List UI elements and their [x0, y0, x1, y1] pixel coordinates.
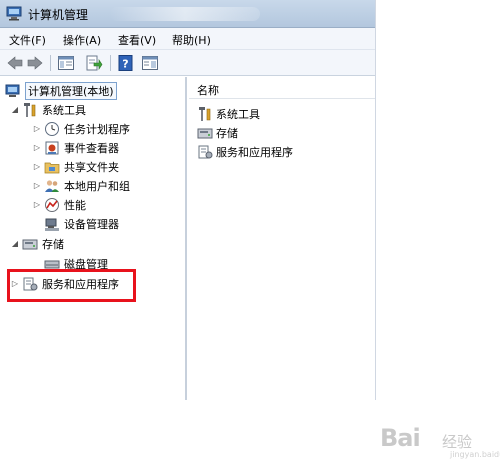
toolbar-separator — [50, 55, 51, 71]
tree-item-task-scheduler[interactable]: ▷ 任务计划程序 — [32, 119, 130, 138]
event-viewer-icon — [45, 141, 59, 154]
collapsed-arrow-icon[interactable]: ▷ — [32, 181, 42, 190]
help-icon[interactable]: ? — [117, 54, 135, 72]
device-manager-icon — [45, 218, 59, 231]
export-list-icon[interactable] — [85, 54, 103, 72]
storage-icon — [197, 128, 213, 139]
tree-item-local-users[interactable]: ▷ 本地用户和组 — [32, 176, 130, 195]
title-blur — [110, 7, 260, 21]
tree-label: 共享文件夹 — [64, 160, 119, 174]
computer-management-window: 计算机管理 文件(F) 操作(A) 查看(V) 帮助(H) ? 计算机管理(本地… — [0, 0, 376, 400]
tools-icon — [24, 102, 36, 117]
tree-item-system-tools[interactable]: ◢ 系统工具 — [10, 100, 86, 119]
show-hide-console-tree-icon[interactable] — [57, 54, 75, 72]
expanded-arrow-icon[interactable]: ◢ — [10, 239, 20, 248]
tree-label: 本地用户和组 — [64, 179, 130, 193]
list-item-label: 系统工具 — [216, 108, 260, 121]
menu-view[interactable]: 查看(V) — [118, 32, 156, 48]
toolbar: ? — [0, 50, 375, 76]
tree-item-event-viewer[interactable]: ▷ 事件查看器 — [32, 138, 119, 157]
computer-management-icon — [5, 84, 20, 97]
list-item-services-apps[interactable]: 服务和应用程序 — [197, 143, 293, 161]
list-item-label: 服务和应用程序 — [216, 146, 293, 159]
computer-management-icon — [6, 6, 22, 21]
console-tree[interactable]: 计算机管理(本地) ◢ 系统工具 ▷ 任务计划程序 ▷ 事件查看器 ▷ 共享文件… — [0, 77, 187, 400]
collapsed-arrow-icon[interactable]: ▷ — [32, 143, 42, 152]
tree-item-performance[interactable]: ▷ 性能 — [32, 195, 86, 214]
tree-item-storage[interactable]: ◢ 存储 — [10, 234, 64, 253]
list-item-storage[interactable]: 存储 — [197, 124, 238, 142]
tree-label: 设备管理器 — [64, 217, 119, 231]
tree-item-root[interactable]: 计算机管理(本地) — [5, 81, 117, 100]
svg-text:?: ? — [122, 58, 128, 71]
collapsed-arrow-icon[interactable]: ▷ — [32, 124, 42, 133]
annotation-highlight-box — [7, 269, 136, 302]
tools-icon — [199, 107, 211, 121]
collapsed-arrow-icon[interactable]: ▷ — [32, 162, 42, 171]
watermark-url: jingyan.baidu.com — [450, 450, 500, 459]
list-view[interactable]: 名称 系统工具 存储 服务和应用程序 — [189, 77, 375, 400]
toolbar-separator — [110, 55, 111, 71]
performance-icon — [45, 197, 59, 212]
tree-label: 系统工具 — [42, 103, 86, 117]
storage-icon — [22, 239, 38, 249]
list-item-label: 存储 — [216, 127, 238, 140]
menu-bar: 文件(F) 操作(A) 查看(V) 帮助(H) — [0, 28, 375, 50]
clock-icon — [45, 121, 59, 136]
tree-label: 任务计划程序 — [64, 122, 130, 136]
shared-folder-icon — [44, 162, 60, 173]
forward-arrow-icon[interactable] — [26, 54, 44, 72]
tree-root-label: 计算机管理(本地) — [25, 81, 117, 100]
tree-label: 存储 — [42, 237, 64, 251]
collapsed-arrow-icon[interactable]: ▷ — [32, 200, 42, 209]
menu-help[interactable]: 帮助(H) — [172, 32, 211, 48]
menu-action[interactable]: 操作(A) — [63, 32, 101, 48]
window-title: 计算机管理 — [28, 8, 89, 22]
baidu-jingyan-watermark: Bai 经验 jingyan.baidu.com — [380, 418, 500, 462]
tree-item-device-manager[interactable]: 设备管理器 — [44, 214, 119, 233]
services-apps-icon — [198, 145, 213, 159]
column-header-name[interactable]: 名称 — [189, 77, 375, 99]
tree-label: 事件查看器 — [64, 141, 119, 155]
menu-file[interactable]: 文件(F) — [9, 32, 46, 48]
title-bar[interactable]: 计算机管理 — [0, 0, 375, 28]
show-action-pane-icon[interactable] — [141, 54, 159, 72]
expanded-arrow-icon[interactable]: ◢ — [10, 105, 20, 114]
tree-item-shared-folders[interactable]: ▷ 共享文件夹 — [32, 157, 119, 176]
list-item-system-tools[interactable]: 系统工具 — [197, 105, 260, 123]
column-header-label: 名称 — [197, 84, 219, 97]
back-arrow-icon[interactable] — [6, 54, 24, 72]
tree-label: 性能 — [64, 198, 86, 212]
users-icon — [45, 179, 59, 192]
watermark-brand: Bai — [380, 424, 421, 452]
watermark-sub: 经验 — [442, 433, 473, 451]
